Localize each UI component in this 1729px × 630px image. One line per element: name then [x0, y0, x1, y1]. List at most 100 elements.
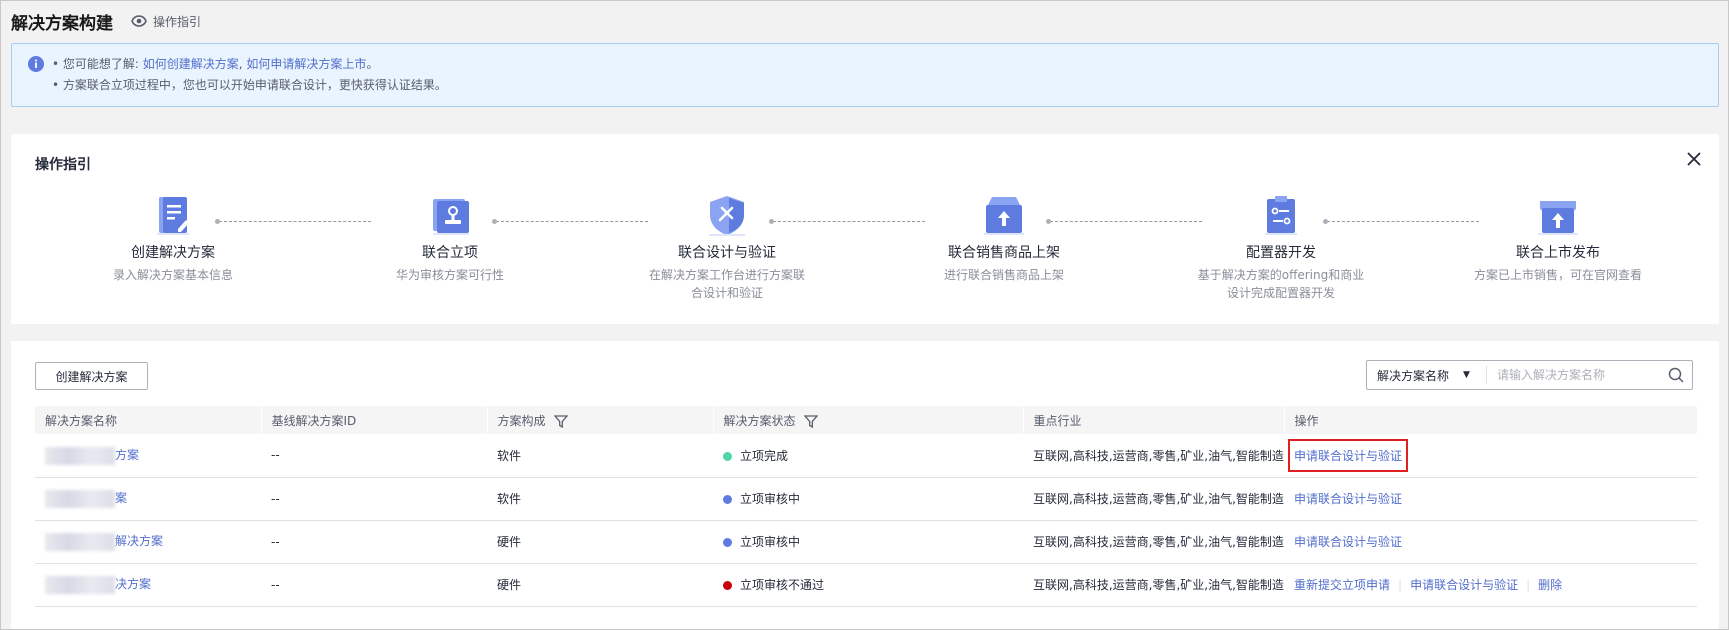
col-header-actions: 操作: [1283, 406, 1697, 434]
col-header-industry: 重点行业: [1022, 406, 1284, 434]
baseline-id-cell: --: [261, 520, 487, 564]
highlighted-action: 申请联合设计与验证: [1288, 438, 1409, 472]
step-desc: 在解决方案工作台进行方案联合设计和验证: [648, 268, 805, 300]
redacted-name: [45, 446, 115, 465]
solution-name-suffix: 案: [115, 491, 128, 506]
guide-step-launch: 联合上市发布 方案已上市销售，可在官网查看: [1458, 194, 1658, 284]
status-label: 立项审核不通过: [740, 578, 825, 592]
status-dot: [723, 451, 732, 461]
status-dot: [723, 581, 732, 590]
status-dot: [723, 538, 732, 547]
baseline-id-cell: --: [261, 434, 487, 478]
stamp-icon: [433, 199, 469, 235]
col-header-name: 解决方案名称: [35, 406, 261, 434]
notice-line-1: • 您可能想了解: 如何创建解决方案, 如何申请解决方案上市。: [30, 54, 1718, 75]
industry-cell: 互联网,高科技,运营商,零售,矿业,油气,智能制造,...: [1023, 477, 1284, 521]
solution-name-link[interactable]: 方案: [45, 446, 140, 465]
config-document-icon: [1265, 196, 1297, 235]
status-cell: 立项审核不通过: [713, 563, 1023, 607]
composition-cell: 硬件: [487, 563, 713, 607]
eye-icon: [131, 15, 147, 27]
solution-name-link[interactable]: 决方案: [45, 575, 151, 594]
action-divider: |: [1398, 578, 1403, 592]
col-header-baseline-id: 基线解决方案ID: [260, 406, 487, 434]
table-row: 解决方案 -- 硬件 立项审核中 互联网,高科技,运营商,零售,矿业,油气,智能…: [35, 520, 1697, 564]
resubmit-approval-link[interactable]: 重新提交立项申请: [1294, 578, 1390, 592]
apply-joint-design-link[interactable]: 申请联合设计与验证: [1294, 449, 1402, 463]
guide-link-label: 操作指引: [153, 14, 202, 29]
step-desc: 进行联合销售商品上架: [943, 268, 1064, 282]
baseline-id-cell: --: [261, 477, 487, 521]
step-desc: 方案已上市销售，可在官网查看: [1473, 268, 1642, 282]
search-field-label: 解决方案名称: [1377, 368, 1450, 383]
status-cell: 立项审核中: [713, 520, 1023, 564]
guide-title: 操作指引: [35, 157, 91, 173]
document-edit-icon: [157, 197, 189, 235]
step-title: 创建解决方案: [131, 245, 215, 261]
create-solution-button[interactable]: 创建解决方案: [35, 362, 148, 390]
box-upload-icon: [984, 197, 1024, 235]
step-title: 联合上市发布: [1516, 245, 1600, 261]
composition-cell: 软件: [487, 434, 713, 478]
step-desc: 华为审核方案可行性: [395, 268, 504, 282]
search-box: 解决方案名称 ▼: [1366, 360, 1693, 390]
composition-cell: 软件: [487, 477, 713, 521]
industry-cell: 互联网,高科技,运营商,零售,矿业,油气,智能制造,...: [1023, 520, 1284, 564]
table-header-row: 解决方案名称 基线解决方案ID 方案构成 解决方案状态 重点行业 操作: [35, 406, 1697, 434]
search-icon[interactable]: [1668, 367, 1684, 383]
col-header-status-label: 解决方案状态: [723, 413, 796, 428]
guide-toggle-link[interactable]: 操作指引: [131, 13, 201, 30]
how-create-link[interactable]: 如何创建解决方案: [143, 57, 239, 71]
store-upload-icon: [1538, 201, 1578, 235]
industry-cell: 互联网,高科技,运营商,零售,矿业,油气,智能制造,...: [1023, 563, 1284, 607]
redacted-name: [45, 489, 115, 508]
delete-link[interactable]: 删除: [1538, 578, 1562, 592]
solution-name-suffix: 解决方案: [115, 534, 164, 549]
guide-card: 操作指引 创建解决方案 录入解决方案基本信息 联合立项 华为审核方案可行性 联合…: [11, 134, 1719, 324]
close-icon[interactable]: [1687, 152, 1701, 166]
search-input[interactable]: [1487, 363, 1668, 387]
guide-step-create: 创建解决方案 录入解决方案基本信息: [73, 194, 273, 284]
notice-prefix: • 您可能想了解:: [52, 57, 143, 71]
actions-cell: 申请联合设计与验证: [1284, 520, 1697, 564]
redacted-name: [45, 532, 115, 551]
apply-joint-design-link[interactable]: 申请联合设计与验证: [1294, 492, 1402, 506]
status-label: 立项审核中: [740, 492, 801, 506]
status-cell: 立项审核中: [713, 477, 1023, 521]
step-desc: 基于解决方案的offering和商业设计完成配置器开发: [1197, 268, 1365, 300]
status-dot: [723, 495, 732, 504]
solutions-table-card: 创建解决方案 解决方案名称 ▼ 解决方案名称 基线解决方案ID 方案构成 解决方…: [11, 341, 1719, 629]
actions-cell: 申请联合设计与验证: [1284, 477, 1697, 521]
how-launch-link[interactable]: 如何申请解决方案上市: [246, 57, 366, 71]
solution-name-link[interactable]: 案: [45, 489, 128, 508]
table-row: 案 -- 软件 立项审核中 互联网,高科技,运营商,零售,矿业,油气,智能制造,…: [35, 477, 1697, 521]
solution-name-suffix: 方案: [115, 448, 140, 462]
info-icon: [28, 56, 44, 72]
table-row: 方案 -- 软件 立项完成 互联网,高科技,运营商,零售,矿业,油气,智能制造,…: [35, 434, 1697, 478]
col-header-composition-label: 方案构成: [497, 413, 546, 428]
guide-step-listing: 联合销售商品上架 进行联合销售商品上架: [904, 194, 1104, 284]
step-desc: 录入解决方案基本信息: [112, 268, 233, 282]
guide-step-configurator: 配置器开发 基于解决方案的offering和商业设计完成配置器开发: [1181, 194, 1381, 302]
step-title: 联合立项: [422, 245, 478, 261]
info-notice: • 您可能想了解: 如何创建解决方案, 如何申请解决方案上市。 • 方案联合立项…: [11, 43, 1719, 107]
table-row: 决方案 -- 硬件 立项审核不通过 互联网,高科技,运营商,零售,矿业,油气,智…: [35, 563, 1697, 607]
composition-cell: 硬件: [487, 520, 713, 564]
notice-suffix: 。: [366, 57, 379, 71]
guide-step-design: 联合设计与验证 在解决方案工作台进行方案联合设计和验证: [627, 194, 827, 302]
filter-icon[interactable]: [803, 414, 818, 428]
step-title: 联合销售商品上架: [948, 245, 1060, 261]
apply-joint-design-link[interactable]: 申请联合设计与验证: [1294, 535, 1402, 549]
shield-tools-icon: [709, 196, 745, 236]
solution-name-link[interactable]: 解决方案: [45, 532, 164, 551]
notice-line-2: • 方案联合立项过程中，您也可以开始申请联合设计，更快获得认证结果。: [52, 78, 447, 92]
action-divider: |: [1526, 578, 1531, 592]
search-field-select[interactable]: 解决方案名称 ▼: [1367, 366, 1487, 384]
status-label: 立项审核中: [740, 535, 801, 549]
col-header-composition: 方案构成: [486, 406, 713, 434]
filter-icon[interactable]: [553, 414, 568, 428]
apply-joint-design-link[interactable]: 申请联合设计与验证: [1410, 578, 1518, 592]
actions-cell: 重新提交立项申请 | 申请联合设计与验证 | 删除: [1284, 563, 1697, 607]
status-label: 立项完成: [740, 448, 789, 463]
caret-down-icon: ▼: [1463, 370, 1470, 380]
